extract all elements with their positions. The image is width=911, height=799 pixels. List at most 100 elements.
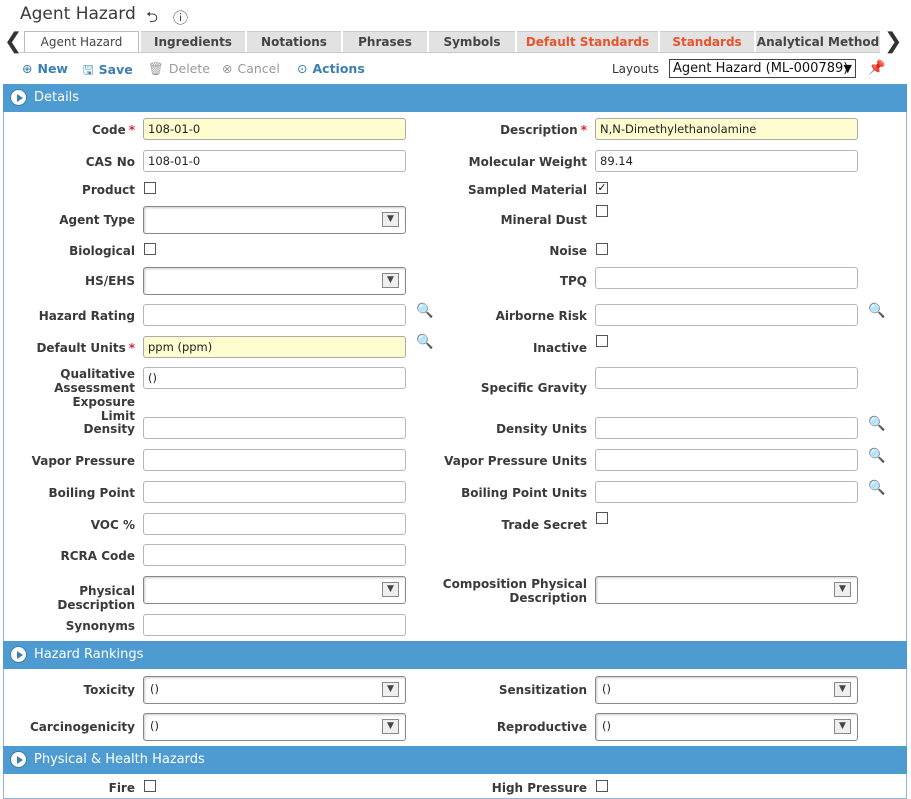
info-icon[interactable]: ⓘ (173, 7, 188, 28)
boiling-point-field[interactable] (143, 481, 406, 503)
code-field[interactable]: 108-01-0 (143, 118, 406, 140)
agent-hazard-window: Agent Hazard ⮌ ⓘ ❮ Agent Hazard Ingredie… (0, 0, 911, 799)
tab-divider (20, 52, 880, 53)
inactive-checkbox[interactable] (596, 335, 608, 347)
fire-label: Fire (108, 781, 135, 795)
vapor-pressure-label: Vapor Pressure (31, 454, 135, 468)
synonyms-field[interactable] (143, 614, 406, 636)
reproductive-select[interactable]: () ▼ (595, 713, 858, 741)
vapor-pressure-units-label: Vapor Pressure Units (444, 454, 587, 468)
physical-health-header[interactable]: Physical & Health Hazards (3, 746, 907, 774)
product-checkbox[interactable] (144, 182, 156, 194)
molecular-weight-label: Molecular Weight (468, 155, 587, 169)
delete-button[interactable]: 🗑 Delete (148, 61, 210, 77)
collapse-icon (10, 646, 27, 663)
tabs-scroll-right-icon[interactable]: ❯ (884, 30, 902, 54)
density-label: Density (83, 422, 135, 436)
biological-label: Biological (69, 244, 135, 258)
toxicity-select[interactable]: () ▼ (143, 676, 406, 704)
sensitization-label: Sensitization (498, 683, 587, 697)
high-pressure-checkbox[interactable] (596, 780, 608, 792)
carcinogenicity-label: Carcinogenicity (29, 720, 135, 734)
carcinogenicity-select[interactable]: () ▼ (143, 713, 406, 741)
composition-physical-description-select[interactable]: ▼ (595, 576, 858, 604)
toxicity-label: Toxicity (83, 683, 135, 697)
mineral-dust-checkbox[interactable] (596, 205, 608, 217)
noise-checkbox[interactable] (596, 243, 608, 255)
tab-standards[interactable]: Standards (660, 31, 754, 53)
density-field[interactable] (143, 417, 406, 439)
layout-select[interactable]: Agent Hazard (ML-000789) ▼ (669, 59, 856, 78)
cancel-icon: ⊗ (222, 61, 233, 76)
floppy-icon: 🖫 (83, 62, 94, 77)
magnifier-icon[interactable]: 🔍 (868, 416, 885, 432)
cancel-button[interactable]: ⊗ Cancel (222, 61, 280, 76)
chevron-down-icon: ▼ (834, 719, 851, 734)
airborne-risk-field[interactable] (595, 304, 858, 326)
chevron-down-icon: ▼ (382, 682, 399, 697)
chevron-down-icon: ▼ (382, 719, 399, 734)
reproductive-label: Reproductive (496, 720, 587, 734)
magnifier-icon[interactable]: 🔍 (868, 448, 885, 464)
tab-ingredients[interactable]: Ingredients (141, 31, 245, 53)
undo-icon[interactable]: ⮌ (146, 7, 158, 32)
fire-checkbox[interactable] (144, 780, 156, 792)
trade-secret-checkbox[interactable] (596, 512, 608, 524)
default-units-label: Default Units * (36, 341, 135, 355)
boiling-point-units-label: Boiling Point Units (461, 486, 587, 500)
vapor-pressure-units-field[interactable] (595, 449, 858, 471)
tab-phrases[interactable]: Phrases (343, 31, 427, 53)
sensitization-select[interactable]: () ▼ (595, 676, 858, 704)
default-units-field[interactable]: ppm (ppm) (143, 336, 406, 358)
code-label: Code * (91, 123, 135, 137)
collapse-icon (10, 89, 27, 106)
density-units-field[interactable] (595, 417, 858, 439)
voc-field[interactable] (143, 513, 406, 535)
hs-ehs-label: HS/EHS (85, 274, 135, 288)
vapor-pressure-field[interactable] (143, 449, 406, 471)
sampled-material-checkbox[interactable]: ✓ (596, 182, 608, 194)
description-field[interactable]: N,N-Dimethylethanolamine (595, 118, 858, 140)
magnifier-icon[interactable]: 🔍 (868, 480, 885, 496)
molecular-weight-field[interactable]: 89.14 (595, 150, 858, 172)
tabs-scroll-left-icon[interactable]: ❮ (4, 30, 22, 54)
hazard-rating-field[interactable] (143, 304, 406, 326)
chevron-down-icon: ▼ (843, 62, 852, 75)
tpq-label: TPQ (559, 274, 587, 288)
tab-notations[interactable]: Notations (247, 31, 341, 53)
specific-gravity-field[interactable] (595, 367, 858, 389)
high-pressure-label: High Pressure (491, 781, 587, 795)
chevron-down-icon: ▼ (834, 582, 851, 597)
tab-symbols[interactable]: Symbols (429, 31, 515, 53)
inactive-label: Inactive (532, 341, 587, 355)
trash-icon: 🗑 (148, 61, 164, 76)
noise-label: Noise (549, 244, 587, 258)
tab-agent-hazard[interactable]: Agent Hazard (24, 31, 139, 53)
save-button[interactable]: 🖫 Save (83, 61, 133, 82)
tpq-field[interactable] (595, 267, 858, 289)
biological-checkbox[interactable] (144, 243, 156, 255)
tab-analytical-method[interactable]: Analytical Method (756, 31, 880, 53)
qael-field[interactable]: () (143, 367, 406, 389)
tab-default-standards[interactable]: Default Standards (517, 31, 658, 53)
synonyms-label: Synonyms (65, 619, 135, 633)
rcra-code-field[interactable] (143, 544, 406, 566)
cas-no-field[interactable]: 108-01-0 (143, 150, 406, 172)
play-circle-icon: ⊙ (297, 61, 308, 76)
voc-label: VOC % (90, 518, 135, 532)
hazard-rankings-header[interactable]: Hazard Rankings (3, 641, 907, 669)
actions-button[interactable]: ⊙ Actions (297, 61, 365, 76)
new-button[interactable]: ⊕ New (22, 61, 68, 76)
physical-description-select[interactable]: ▼ (143, 576, 406, 604)
chevron-down-icon: ▼ (382, 582, 399, 597)
specific-gravity-label: Specific Gravity (480, 381, 587, 395)
chevron-down-icon: ▼ (834, 682, 851, 697)
details-header[interactable]: Details (3, 84, 907, 112)
mineral-dust-label: Mineral Dust (500, 213, 587, 227)
hs-ehs-select[interactable]: ▼ (143, 267, 406, 295)
pin-icon[interactable]: 📌 (868, 60, 885, 76)
boiling-point-units-field[interactable] (595, 481, 858, 503)
boiling-point-label: Boiling Point (48, 486, 135, 500)
agent-type-select[interactable]: ▼ (143, 206, 406, 234)
magnifier-icon[interactable]: 🔍 (868, 303, 885, 319)
